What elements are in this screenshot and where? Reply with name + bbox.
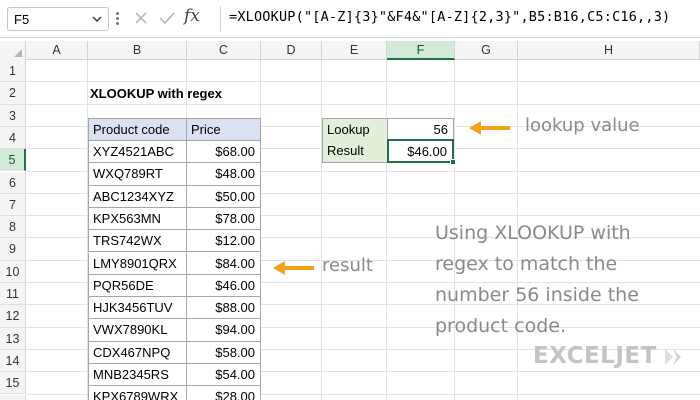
lookup-value-cell[interactable]: 56	[387, 118, 454, 141]
result-label-cell[interactable]: Result	[322, 140, 388, 163]
row-header-3[interactable]: 3	[0, 104, 26, 127]
row-header-5[interactable]: 5	[0, 149, 26, 172]
select-all-corner[interactable]	[0, 41, 26, 60]
row-header-16[interactable]: 16	[0, 394, 26, 400]
formula-input[interactable]: =XLOOKUP("[A-Z]{3}"&F4&"[A-Z]{2,3}",B5:B…	[229, 9, 670, 25]
product-code-cell[interactable]: MNB2345RS	[88, 364, 187, 387]
product-code-cell[interactable]: XYZ4521ABC	[88, 141, 187, 164]
row-header-6[interactable]: 6	[0, 171, 26, 194]
product-code-cell[interactable]: VWX7890KL	[88, 319, 187, 342]
formula-bar-divider	[220, 6, 221, 32]
row-header-1[interactable]: 1	[0, 60, 26, 83]
result-value-cell[interactable]: $46.00	[387, 139, 454, 163]
fill-handle[interactable]	[450, 159, 456, 165]
row-header-9[interactable]: 9	[0, 238, 26, 261]
column-header-g[interactable]: G	[455, 41, 518, 60]
price-cell[interactable]: $78.00	[186, 207, 261, 231]
price-cell[interactable]: $84.00	[186, 252, 261, 275]
row-header-12[interactable]: 12	[0, 305, 26, 328]
note-line: Using XLOOKUP with	[435, 222, 631, 244]
price-cell[interactable]: $46.00	[186, 274, 261, 298]
lookup-label-cell[interactable]: Lookup	[322, 118, 388, 141]
row-header-2[interactable]: 2	[0, 82, 26, 105]
row-header-10[interactable]: 10	[0, 260, 26, 283]
column-header-d[interactable]: D	[261, 41, 322, 60]
table-header-product-code[interactable]: Product code	[88, 118, 187, 141]
row-header-13[interactable]: 13	[0, 327, 26, 350]
column-header-h[interactable]: H	[518, 41, 700, 60]
enter-check-icon[interactable]	[158, 10, 176, 26]
price-cell[interactable]: $50.00	[186, 185, 261, 208]
product-code-cell[interactable]: TRS742WX	[88, 230, 187, 253]
annotation-note: Using XLOOKUP with regex to match the nu…	[435, 218, 685, 342]
product-code-cell[interactable]: KPX6789WRX	[88, 386, 187, 400]
annotation-lookup-value: lookup value	[525, 115, 640, 136]
column-header-a[interactable]: A	[26, 41, 88, 60]
note-line: number 56 inside the	[435, 284, 639, 306]
row-header-11[interactable]: 11	[0, 283, 26, 306]
name-box[interactable]: F5	[7, 7, 109, 31]
note-line: product code.	[435, 315, 566, 337]
more-options-icon[interactable]	[116, 12, 120, 26]
price-cell[interactable]: $48.00	[186, 163, 261, 186]
column-header-c[interactable]: C	[187, 41, 261, 60]
price-cell[interactable]: $94.00	[186, 319, 261, 342]
name-box-value: F5	[14, 12, 30, 27]
row-header-15[interactable]: 15	[0, 372, 26, 395]
result-arrow-icon	[273, 261, 314, 275]
chevron-down-icon[interactable]	[92, 14, 102, 24]
price-cell[interactable]: $88.00	[186, 297, 261, 320]
product-code-cell[interactable]: PQR56DE	[88, 274, 187, 298]
product-code-cell[interactable]: ABC1234XYZ	[88, 185, 187, 208]
select-all-icon	[14, 49, 22, 57]
column-header-f[interactable]: F	[387, 41, 455, 60]
price-cell[interactable]: $28.00	[186, 386, 261, 400]
table-header-price[interactable]: Price	[186, 118, 261, 141]
product-code-cell[interactable]: WXQ789RT	[88, 163, 187, 186]
sheet-title[interactable]: XLOOKUP with regex	[90, 83, 222, 106]
row-header-4[interactable]: 4	[0, 126, 26, 150]
row-header-14[interactable]: 14	[0, 349, 26, 373]
product-code-cell[interactable]: CDX467NPQ	[88, 341, 187, 364]
row-header-7[interactable]: 7	[0, 193, 26, 217]
exceljet-logo-icon	[665, 349, 681, 365]
annotation-result: result	[322, 255, 373, 276]
lookup-arrow-icon	[469, 121, 510, 135]
formula-bar: F5 fx =XLOOKUP("[A-Z]{3}"&F4&"[A-Z]{2,3}…	[0, 0, 700, 38]
price-cell[interactable]: $12.00	[186, 230, 261, 253]
price-cell[interactable]: $58.00	[186, 341, 261, 364]
cancel-icon[interactable]	[133, 10, 149, 26]
row-header-8[interactable]: 8	[0, 216, 26, 239]
product-code-cell[interactable]: LMY8901QRX	[88, 252, 187, 275]
price-cell[interactable]: $54.00	[186, 364, 261, 387]
column-header-b[interactable]: B	[88, 41, 187, 60]
product-code-cell[interactable]: KPX563MN	[88, 207, 187, 231]
product-code-cell[interactable]: HJK3456TUV	[88, 297, 187, 320]
column-header-e[interactable]: E	[322, 41, 387, 60]
price-cell[interactable]: $68.00	[186, 141, 261, 164]
insert-function-icon[interactable]: fx	[184, 6, 200, 26]
note-line: regex to match the	[435, 253, 618, 275]
exceljet-logo: EXCELJET	[533, 343, 657, 369]
